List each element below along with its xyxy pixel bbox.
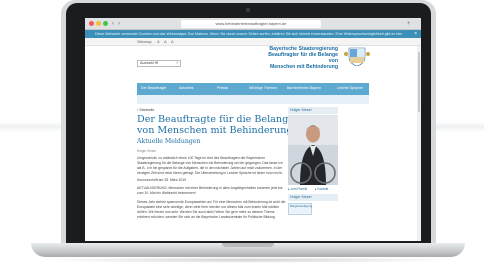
maximize-window-button[interactable]	[103, 21, 108, 26]
cookie-banner-text: Diese Webseite verwendet Cookies und das…	[95, 32, 403, 36]
contact-link-label: Kontakt	[317, 187, 329, 191]
breadcrumb[interactable]: › Startseite	[137, 108, 154, 112]
promo-text: Bürgerbeteiligung	[290, 204, 312, 208]
scene-background: ‹ › www.behindertenbeauftragter.bayern.d…	[0, 0, 484, 277]
breadcrumb-label: Startseite	[139, 108, 155, 112]
minimize-window-button[interactable]	[96, 21, 101, 26]
sidebar-box-title-2: Holger Kiesel	[288, 194, 338, 201]
brand-line-3: Menschen mit Behinderung	[269, 64, 338, 70]
portrait-link-label: zum Porträt	[290, 187, 307, 191]
close-window-button[interactable]	[89, 21, 94, 26]
nav-item-presse[interactable]: Presse	[217, 86, 228, 90]
portrait-image	[288, 115, 338, 185]
nav-item-beauftragte[interactable]: Der Beauftragte	[141, 86, 166, 90]
article-paragraph: Dieses Jahr stehen spannende Europawahle…	[137, 200, 286, 219]
site-brand[interactable]: Bayerische Staatsregierung Beauftragter …	[266, 46, 338, 70]
sitemap-link[interactable]: Sitemap	[137, 39, 152, 45]
nav-item-themen[interactable]: Wichtige Themen	[249, 86, 277, 90]
section-heading: Aktuelle Meldungen	[137, 138, 201, 145]
bavarian-coat-of-arms-icon	[344, 47, 370, 66]
laptop-screen: ‹ › www.behindertenbeauftragter.bayern.d…	[85, 18, 421, 241]
cookie-banner: Diese Webseite verwendet Cookies und das…	[85, 30, 421, 38]
font-size-medium-link[interactable]: A	[164, 39, 167, 45]
laptop-shadow	[40, 257, 456, 263]
sidebar-box-title: Holger Kiesel	[288, 107, 338, 114]
close-icon[interactable]: ×	[414, 30, 417, 38]
contact-link[interactable]: ▸ Kontakt	[315, 187, 328, 192]
scroll-thumb[interactable]	[418, 52, 420, 112]
scrollbar[interactable]	[417, 46, 421, 241]
font-size-large-link[interactable]: A	[171, 39, 174, 45]
plus-icon[interactable]: +	[407, 20, 411, 28]
forward-icon[interactable]: ›	[118, 20, 120, 28]
article-meta: Holger Kiesel	[137, 149, 156, 153]
accessibility-bar: Sitemap A A A	[85, 38, 421, 46]
browser-titlebar: ‹ › www.behindertenbeauftragter.bayern.d…	[85, 18, 421, 30]
article-paragraph: AKTUALISIERUNG: Menschen mit einer Behin…	[137, 186, 283, 195]
main-navigation: Der Beauftragte Aktuelles Presse Wichtig…	[137, 83, 369, 95]
page-title: Der Beauftragte für die Belange von Mens…	[137, 114, 294, 136]
brand-line-2: Beauftragter für die Belange von	[268, 52, 338, 64]
article-paragraph: Umgeschickt: zu anlässlich eines 100 Tag…	[137, 156, 283, 175]
font-size-small-link[interactable]: A	[157, 39, 160, 45]
chevron-right-icon: ›	[176, 60, 178, 66]
portrait-link[interactable]: ▸ zum Porträt	[288, 187, 307, 192]
laptop-opening-notch	[222, 243, 274, 247]
promo-teaser[interactable]: Bürgerbeteiligung	[288, 203, 312, 215]
language-select[interactable]: Auswahl Hf ›	[137, 60, 181, 67]
webcam-icon	[246, 8, 250, 12]
nav-item-aktuelles[interactable]: Aktuelles	[179, 86, 194, 90]
nav-item-leichte-sprache[interactable]: Leichte Sprache	[337, 86, 363, 90]
sub-navigation	[137, 95, 369, 104]
portrait-photo[interactable]	[288, 115, 338, 185]
back-icon[interactable]: ‹	[112, 20, 114, 28]
article-date: Kurzvorschrift am 28. März 2019	[137, 178, 186, 182]
language-select-value: Auswahl Hf	[140, 61, 159, 65]
address-bar[interactable]: www.behindertenbeauftragter.bayern.de	[181, 20, 321, 28]
nav-item-barrierefrei[interactable]: Barrierefreies Bayern	[287, 86, 321, 90]
